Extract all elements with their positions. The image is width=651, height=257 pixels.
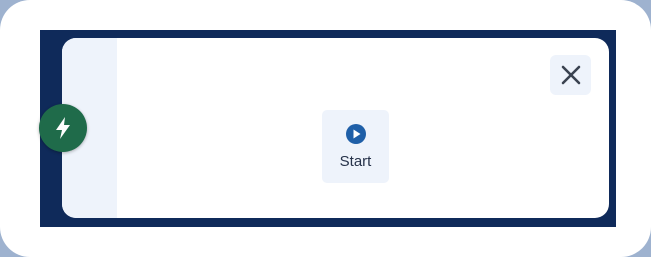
start-button[interactable]: Start [322,110,389,183]
play-circle-icon [345,124,366,144]
lightning-badge[interactable] [39,104,87,152]
close-button[interactable] [550,55,591,95]
start-label: Start [339,153,372,170]
lightning-bolt-icon [56,117,70,139]
close-icon [561,65,580,85]
